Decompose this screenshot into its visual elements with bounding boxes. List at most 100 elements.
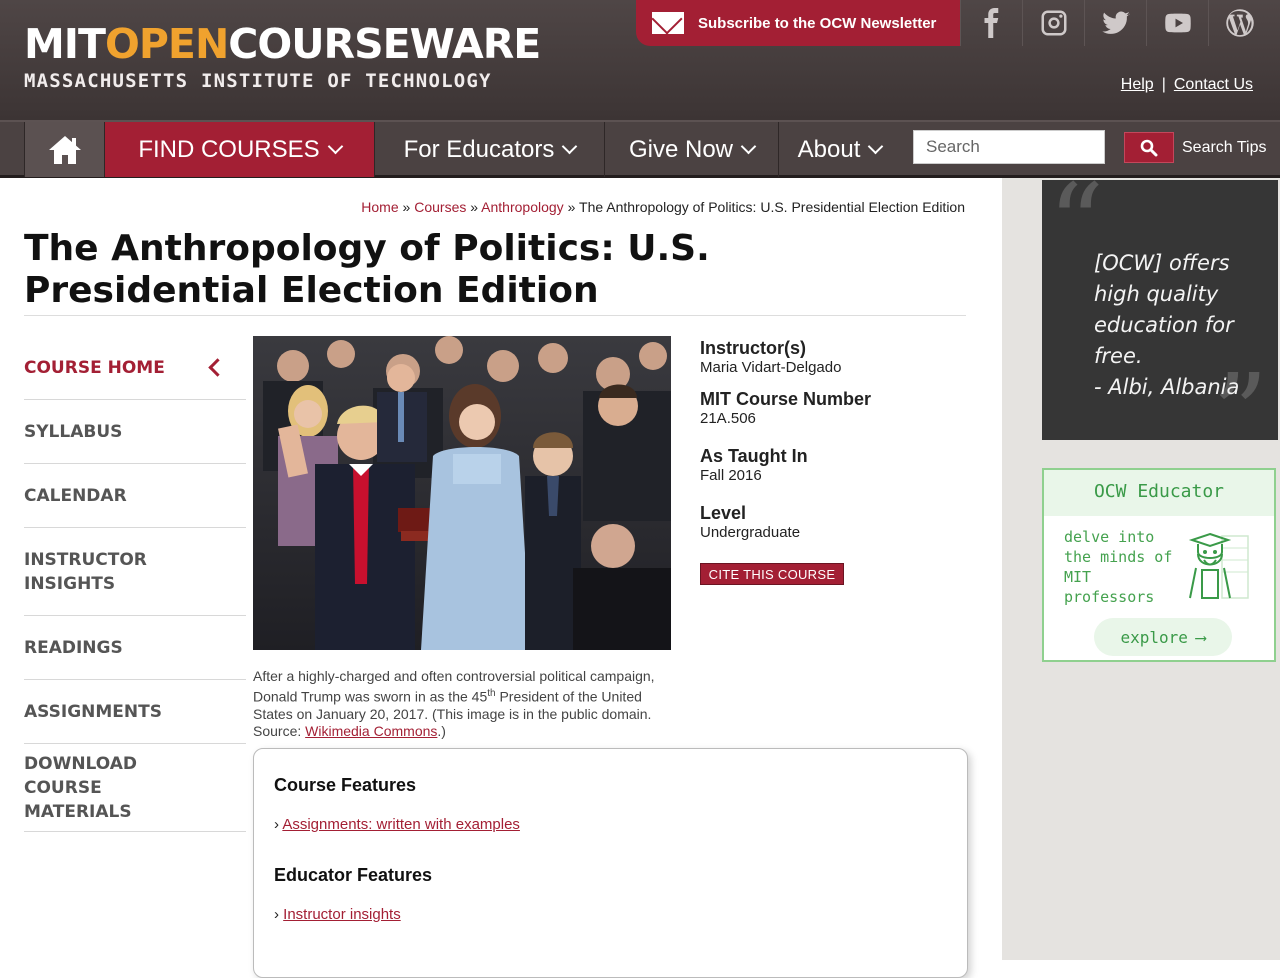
nav-about-label: About	[797, 135, 861, 163]
educator-features-heading: Educator Features	[274, 865, 433, 885]
level-label: Level	[700, 503, 747, 523]
chevron-down-icon	[327, 138, 343, 154]
chevron-left-icon	[208, 358, 227, 377]
newsletter-label: Subscribe to the OCW Newsletter	[698, 14, 937, 32]
educator-promo-title: OCW Educator	[1044, 470, 1274, 516]
logo-subtitle: MASSACHUSETTS INSTITUTE OF TECHNOLOGY	[24, 70, 492, 92]
educator-feature-item: › Instructor insights	[274, 906, 947, 923]
youtube-icon[interactable]	[1146, 0, 1208, 46]
course-nav-item-calendar[interactable]: Calendar	[24, 464, 246, 528]
breadcrumb-current: The Anthropology of Politics: U.S. Presi…	[579, 199, 965, 215]
search-tips-link[interactable]: Search Tips	[1182, 139, 1266, 157]
nav-home-button[interactable]	[24, 122, 104, 177]
taught-in-label: As Taught In	[700, 446, 808, 466]
assignments-feature-link[interactable]: Assignments: written with examples	[282, 816, 520, 833]
wikimedia-commons-link[interactable]: Wikimedia Commons	[305, 723, 437, 739]
explore-label: explore	[1120, 627, 1188, 647]
site-header: MITOPENCOURSEWARE MASSACHUSETTS INSTITUT…	[0, 0, 1280, 120]
header-link-separator: |	[1161, 76, 1166, 93]
image-caption: After a highly-charged and often controv…	[253, 668, 673, 740]
home-icon	[48, 135, 81, 164]
wordpress-icon[interactable]	[1208, 0, 1270, 46]
course-nav-item-download-course-materials[interactable]: Download Course Materials	[24, 744, 246, 832]
breadcrumb-separator: »	[470, 199, 479, 215]
course-nav-item-course-home[interactable]: Course Home	[24, 336, 246, 400]
breadcrumb-separator: »	[567, 199, 576, 215]
course-nav-item-readings[interactable]: Readings	[24, 616, 246, 680]
instructor-value: Maria Vidart-Delgado	[700, 359, 842, 376]
caption-text-3: .)	[437, 722, 446, 739]
instagram-icon[interactable]	[1022, 0, 1084, 46]
ocw-logo[interactable]: MITOPENCOURSEWARE	[24, 20, 541, 68]
testimonial-quote: “ ” [OCW] offers high quality education …	[1042, 180, 1278, 440]
newsletter-subscribe-button[interactable]: Subscribe to the OCW Newsletter	[636, 0, 960, 46]
nav-find-courses[interactable]: FIND COURSES	[104, 122, 374, 177]
course-features-heading: Course Features	[274, 775, 417, 795]
nav-give-now-label: Give Now	[628, 135, 734, 163]
quote-author: - Albi, Albania	[1094, 375, 1240, 399]
twitter-icon[interactable]	[1084, 0, 1146, 46]
nav-find-courses-label: FIND COURSES	[138, 135, 320, 163]
help-link[interactable]: Help	[1121, 76, 1154, 93]
instructor-insights-feature-link[interactable]: Instructor insights	[283, 906, 401, 923]
course-feature-item: › Assignments: written with examples	[274, 816, 947, 833]
course-number-label: MIT Course Number	[700, 389, 872, 409]
course-nav-label: Course Home	[24, 357, 165, 378]
nav-about[interactable]: About	[778, 122, 900, 177]
course-nav: Course Home Syllabus Calendar Instructor…	[24, 336, 246, 832]
course-nav-item-assignments[interactable]: Assignments	[24, 680, 246, 744]
breadcrumb-separator: »	[402, 199, 411, 215]
bullet-icon: ›	[274, 906, 279, 923]
quote-body: [OCW] offers high quality education for …	[1094, 251, 1234, 368]
educator-promo-text: delve into the minds of MIT professors	[1064, 528, 1173, 606]
course-nav-item-syllabus[interactable]: Syllabus	[24, 400, 246, 464]
nav-for-educators[interactable]: For Educators	[374, 122, 604, 177]
level-value: Undergraduate	[700, 524, 801, 541]
logo-open: OPEN	[105, 20, 229, 68]
chevron-down-icon	[740, 138, 757, 154]
breadcrumb-home[interactable]: Home	[361, 199, 398, 215]
bullet-icon: ›	[274, 816, 279, 833]
search-icon	[1140, 139, 1158, 156]
chevron-down-icon	[562, 138, 578, 154]
search-input[interactable]	[913, 130, 1105, 164]
contact-us-link[interactable]: Contact Us	[1174, 76, 1253, 93]
taught-in-value: Fall 2016	[700, 467, 762, 484]
nav-for-educators-label: For Educators	[403, 135, 555, 163]
title-divider	[24, 315, 966, 316]
course-info: Instructor(s) Maria Vidart-Delgado MIT C…	[700, 338, 960, 554]
ocw-educator-promo[interactable]: OCW Educator delve into the minds of MIT…	[1042, 468, 1276, 662]
course-nav-label: Assignments	[24, 701, 162, 722]
chevron-down-icon	[868, 138, 884, 154]
breadcrumb-department[interactable]: Anthropology	[481, 199, 564, 215]
cite-this-course-button[interactable]: CITE THIS COURSE	[700, 563, 844, 585]
breadcrumb: Home » Courses » Anthropology » The Anth…	[361, 199, 965, 215]
inauguration-photo	[253, 336, 671, 650]
course-nav-label: Instructor Insights	[24, 549, 147, 594]
breadcrumb-courses[interactable]: Courses	[414, 199, 466, 215]
explore-button[interactable]: explore ⟶	[1094, 618, 1232, 656]
instructor-label: Instructor(s)	[700, 338, 807, 358]
course-image	[253, 336, 671, 650]
course-nav-label: Calendar	[24, 485, 127, 506]
logo-mit: MIT	[24, 20, 106, 68]
mail-icon	[652, 12, 684, 34]
course-nav-label: Download Course Materials	[24, 753, 138, 822]
caption-superscript: th	[487, 688, 496, 699]
page-title: The Anthropology of Politics: U.S. Presi…	[24, 228, 710, 311]
nav-give-now[interactable]: Give Now	[604, 122, 778, 177]
social-links	[960, 0, 1280, 46]
course-nav-item-instructor-insights[interactable]: Instructor Insights	[24, 528, 246, 616]
facebook-icon[interactable]	[960, 0, 1022, 46]
quote-text: [OCW] offers high quality education for …	[1094, 248, 1264, 403]
search-button[interactable]	[1124, 132, 1174, 163]
course-nav-label: Readings	[24, 637, 123, 658]
course-number-value: 21A.506	[700, 410, 756, 427]
main-nav: FIND COURSES For Educators Give Now Abou…	[0, 120, 1280, 178]
logo-courseware: COURSEWARE	[228, 20, 541, 68]
header-links: Help | Contact Us	[1121, 76, 1253, 94]
arrow-right-icon: ⟶	[1195, 627, 1206, 647]
features-panel: Course Features › Assignments: written w…	[253, 748, 968, 978]
course-nav-label: Syllabus	[24, 421, 123, 442]
professor-icon	[1188, 532, 1249, 599]
